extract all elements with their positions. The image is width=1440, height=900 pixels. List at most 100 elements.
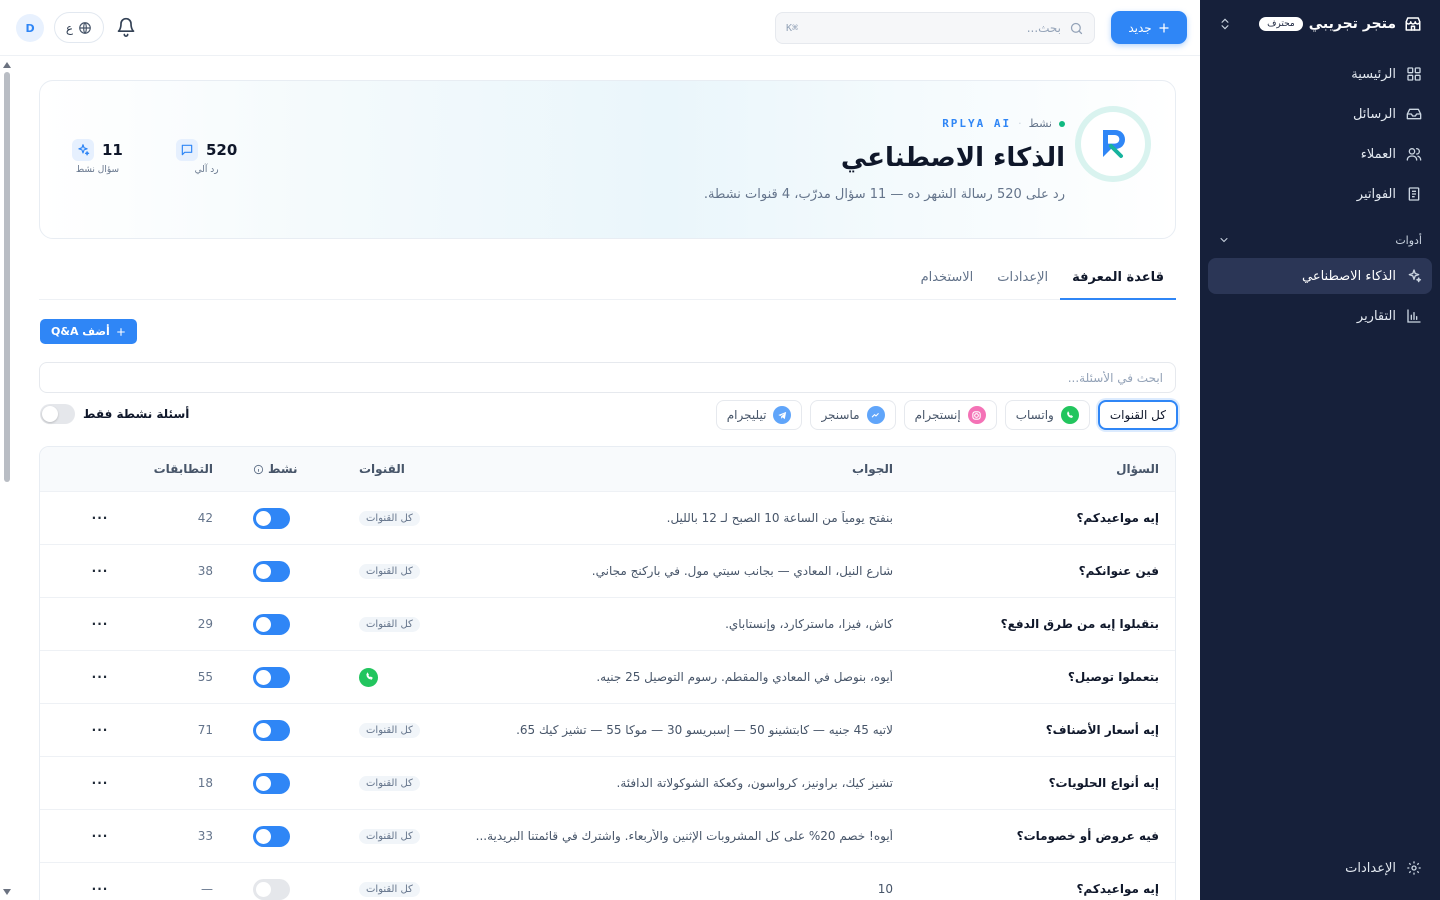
filter-telegram[interactable]: تيليجرام <box>715 400 803 430</box>
active-toggle[interactable] <box>253 666 290 688</box>
matches-cell: 55 <box>197 670 213 684</box>
page-title: الذكاء الاصطناعي <box>840 143 1065 173</box>
table-row[interactable]: فين عنوانكم؟ شارع النيل، المعادي — بجانب … <box>40 545 1175 598</box>
chip-label: واتساب <box>1015 408 1054 422</box>
active-cell <box>253 560 313 582</box>
global-search[interactable]: ⌘K <box>775 12 1095 44</box>
filter-instagram[interactable]: إنستجرام <box>903 400 997 430</box>
nav-item-customers[interactable]: العملاء <box>1208 136 1432 172</box>
scrollbar[interactable] <box>0 56 14 900</box>
nav-item-label: الرسائل <box>1352 106 1396 122</box>
more-actions-button[interactable]: ··· <box>90 511 110 525</box>
nav-item-settings[interactable]: الإعدادات <box>1208 850 1432 886</box>
answer-cell: شارع النيل، المعادي — بجانب سيتي مول. في… <box>591 564 893 578</box>
tab-knowledge-base[interactable]: قاعدة المعرفة <box>1060 262 1176 300</box>
active-toggle[interactable] <box>253 560 290 582</box>
scroll-down-arrow-icon[interactable] <box>3 889 11 895</box>
channel-badge: كل القنوات <box>359 722 420 738</box>
more-actions-button[interactable]: ··· <box>90 617 110 631</box>
global-search-input[interactable] <box>806 21 1061 35</box>
active-only-toggle[interactable] <box>40 404 75 424</box>
sidebar-footer: الإعدادات <box>1208 850 1432 890</box>
meta-separator: · <box>1018 117 1022 130</box>
answer-cell: كاش، فيزا، ماستركارد، وإنستاباي. <box>725 617 893 631</box>
channels-cell <box>359 667 429 687</box>
filter-messenger[interactable]: ماسنجر <box>810 400 896 430</box>
header-matches[interactable]: التطابقات <box>154 462 213 476</box>
matches-cell: 29 <box>197 617 213 631</box>
active-cell <box>253 719 313 741</box>
filter-all-channels[interactable]: كل القنوات <box>1097 400 1178 430</box>
store-switcher[interactable]: متجر تجريبي محترف <box>1208 8 1432 40</box>
nav-item-reports[interactable]: التقارير <box>1208 298 1432 334</box>
nav-item-home[interactable]: الرئيسية <box>1208 56 1432 92</box>
nav-item-messages[interactable]: الرسائل <box>1208 96 1432 132</box>
scroll-up-arrow-icon[interactable] <box>3 62 11 68</box>
table-row[interactable]: إيه مواعيدكم؟ بنفتح يومياً من الساعة 10 ا… <box>40 492 1175 545</box>
top-bar: جديد ⌘K ع D <box>0 0 1200 56</box>
language-switcher[interactable]: ع <box>54 12 104 43</box>
whatsapp-icon <box>1060 406 1079 424</box>
header-question[interactable]: السؤال <box>909 462 1159 476</box>
nav-item-label: الذكاء الاصطناعي <box>1302 268 1396 284</box>
messenger-icon <box>866 406 885 424</box>
main-content: نشط · RPLYA AI الذكاء الاصطناعي رد على 5… <box>0 56 1200 900</box>
sparkles-icon <box>72 139 94 161</box>
more-actions-button[interactable]: ··· <box>90 564 110 578</box>
tab-usage[interactable]: الاستخدام <box>909 262 986 300</box>
active-toggle[interactable] <box>253 825 290 847</box>
channel-badge: كل القنوات <box>359 563 420 579</box>
header-answer[interactable]: الجواب <box>453 462 893 476</box>
avatar[interactable]: D <box>16 14 44 42</box>
matches-cell: 18 <box>197 776 213 790</box>
nav-item-invoices[interactable]: الفواتير <box>1208 176 1432 212</box>
table-row[interactable]: فيه عروض أو خصومات؟ أيوه! خصم 20% على كل … <box>40 810 1175 863</box>
header-active[interactable]: نشط <box>253 462 313 476</box>
more-actions-button[interactable]: ··· <box>90 829 110 843</box>
more-actions-button[interactable]: ··· <box>90 670 110 684</box>
channel-badge: كل القنوات <box>359 510 420 526</box>
active-toggle[interactable] <box>253 507 290 529</box>
nav-item-label: التقارير <box>1356 308 1396 324</box>
more-actions-button[interactable]: ··· <box>90 723 110 737</box>
nav-item-label: الرئيسية <box>1351 66 1396 82</box>
channels-cell: كل القنوات <box>359 828 429 844</box>
channels-cell: كل القنوات <box>359 616 429 632</box>
stat-label: رد آلي <box>194 165 219 175</box>
active-cell <box>253 772 313 794</box>
active-cell <box>253 507 313 529</box>
table-row[interactable]: بتقبلوا إيه من طرق الدفع؟ كاش، فيزا، ماست… <box>40 598 1175 651</box>
table-row[interactable]: إيه مواعيدكم؟ 10 كل القنوات — ··· <box>40 863 1175 900</box>
active-toggle[interactable] <box>253 772 290 794</box>
active-toggle[interactable] <box>253 719 290 741</box>
stat-label: سؤال نشط <box>75 165 120 175</box>
dashboard-grid-icon <box>1407 67 1421 81</box>
table-row[interactable]: بتعملوا توصيل؟ أيوه، بنوصل في المعادي وال… <box>40 651 1175 704</box>
filter-whatsapp[interactable]: واتساب <box>1004 400 1090 430</box>
chip-label: تيليجرام <box>726 408 767 422</box>
more-actions-button[interactable]: ··· <box>90 776 110 790</box>
instagram-icon <box>967 406 986 424</box>
header-active-label: نشط <box>268 462 298 476</box>
users-icon <box>1406 148 1422 161</box>
questions-search-input[interactable] <box>39 362 1176 393</box>
scrollbar-thumb[interactable] <box>4 72 10 482</box>
table-row[interactable]: إيه أنواع الحلويات؟ تشيز كيك، براونيز، كر… <box>40 757 1175 810</box>
header-channels[interactable]: القنوات <box>359 462 429 476</box>
add-qa-button[interactable]: أضف Q&A <box>40 319 137 344</box>
bell-icon[interactable] <box>116 17 136 37</box>
matches-cell: 71 <box>197 723 213 737</box>
nav-item-ai[interactable]: الذكاء الاصطناعي <box>1208 258 1432 294</box>
info-icon[interactable] <box>253 464 264 475</box>
channel-filters: كل القنوات واتساب إنستجرام ماسنجر تيليجر… <box>715 400 1178 430</box>
tools-section-toggle[interactable]: أدوات <box>1208 226 1432 254</box>
more-actions-button[interactable]: ··· <box>90 882 110 896</box>
search-shortcut: ⌘K <box>786 22 799 34</box>
tab-settings[interactable]: الإعدادات <box>985 262 1060 300</box>
active-toggle[interactable] <box>253 613 290 635</box>
chevron-down-icon <box>1220 238 1228 243</box>
active-toggle[interactable] <box>253 878 290 900</box>
gear-icon <box>1407 861 1421 875</box>
new-button[interactable]: جديد <box>1111 11 1187 44</box>
table-row[interactable]: إيه أسعار الأصناف؟ لاتيه 45 جنيه — كابتشي… <box>40 704 1175 757</box>
